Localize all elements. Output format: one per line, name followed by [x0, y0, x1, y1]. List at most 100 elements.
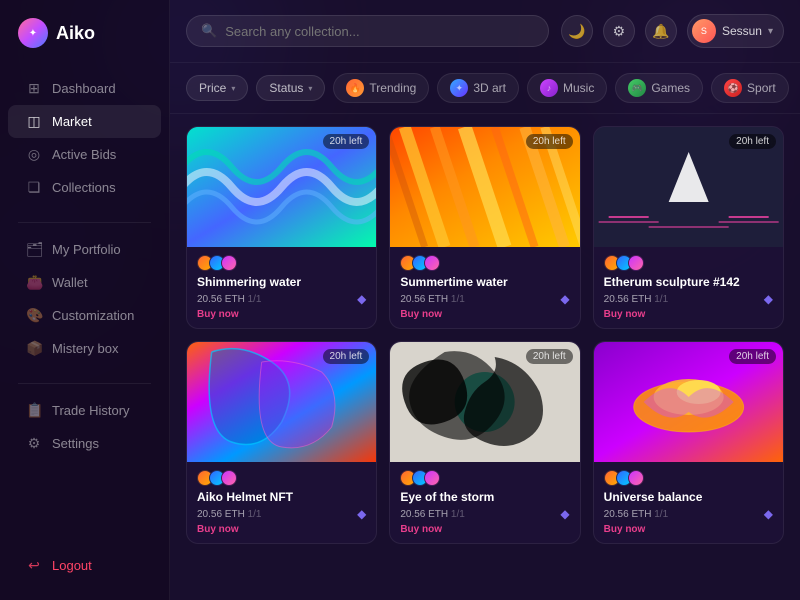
nft-price-row-1: 20.56 ETH 1/1 ◆ — [197, 292, 366, 306]
sidebar-item-mistery-box[interactable]: 📦 Mistery box — [8, 332, 161, 365]
time-badge-1: 20h left — [323, 134, 370, 149]
3dart-icon: ✦ — [450, 79, 468, 97]
wallet-icon: 👛 — [26, 274, 42, 291]
sidebar-item-wallet[interactable]: 👛 Wallet — [8, 266, 161, 299]
nft-title-5: Eye of the storm — [400, 490, 569, 504]
status-arrow-icon: ▾ — [308, 84, 312, 93]
buy-now-button-4[interactable]: Buy now — [197, 524, 366, 535]
price-label: Price — [199, 81, 226, 95]
sidebar-label-wallet: Wallet — [52, 275, 88, 290]
time-badge-3: 20h left — [729, 134, 776, 149]
sidebar-item-customization[interactable]: 🎨 Customization — [8, 299, 161, 332]
buy-now-button-2[interactable]: Buy now — [400, 309, 569, 320]
nft-card-summertime[interactable]: 20h left Summertime water 20.56 ETH 1/1 — [389, 126, 580, 329]
sidebar-divider-1 — [18, 222, 151, 223]
sidebar-item-settings[interactable]: ⚙ Settings — [8, 427, 161, 460]
nft-title-2: Summertime water — [400, 275, 569, 289]
nft-price-1: 20.56 ETH 1/1 — [197, 294, 262, 305]
sidebar-item-dashboard[interactable]: ⊞ Dashboard — [8, 72, 161, 105]
nft-card-universe[interactable]: 20h left Universe balance 20.56 ETH 1/1 — [593, 341, 784, 544]
box-icon: 📦 — [26, 340, 42, 357]
sidebar-label-mistery: Mistery box — [52, 341, 118, 356]
sidebar-label-collections: Collections — [52, 180, 116, 195]
category-3dart[interactable]: ✦ 3D art — [437, 73, 519, 103]
eth-icon-6: ◆ — [764, 507, 773, 521]
header-icons: 🌙 ⚙ 🔔 S Sessun ▾ — [561, 14, 784, 48]
customization-icon: 🎨 — [26, 307, 42, 324]
logout-label: Logout — [52, 558, 92, 573]
settings-button[interactable]: ⚙ — [603, 15, 635, 47]
price-filter[interactable]: Price ▾ — [186, 75, 248, 101]
category-music[interactable]: ♪ Music — [527, 73, 607, 103]
sidebar-item-portfolio[interactable]: 🗂 My Portfolio — [8, 233, 161, 266]
nft-price-5: 20.56 ETH 1/1 — [400, 509, 465, 520]
sidebar-divider-2 — [18, 383, 151, 384]
category-games-label: Games — [651, 81, 690, 95]
bids-icon: ◎ — [26, 146, 42, 163]
header: 🔍 🌙 ⚙ 🔔 S Sessun ▾ — [170, 0, 800, 63]
search-bar[interactable]: 🔍 — [186, 15, 549, 47]
sidebar-item-collections[interactable]: ❏ Collections — [8, 171, 161, 204]
status-label: Status — [269, 81, 303, 95]
nft-avatars-5 — [400, 470, 569, 486]
nft-card-storm[interactable]: 20h left Eye of the storm 20.56 ETH 1/1 — [389, 341, 580, 544]
sidebar-label-customization: Customization — [52, 308, 134, 323]
sidebar-label-market: Market — [52, 114, 92, 129]
nft-title-4: Aiko Helmet NFT — [197, 490, 366, 504]
settings-icon: ⚙ — [26, 435, 42, 452]
main-content: 🔍 🌙 ⚙ 🔔 S Sessun ▾ — [170, 0, 800, 600]
sidebar-item-active-bids[interactable]: ◎ Active Bids — [8, 138, 161, 171]
bell-icon: 🔔 — [652, 23, 669, 40]
category-sport-label: Sport — [747, 81, 776, 95]
games-icon: 🎮 — [628, 79, 646, 97]
music-icon: ♪ — [540, 79, 558, 97]
nft-card-helmet[interactable]: 20h left Aiko Helmet NFT 20.56 ETH 1/1 — [186, 341, 377, 544]
nft-owner-avatar — [424, 255, 440, 271]
nft-price-row-4: 20.56 ETH 1/1 ◆ — [197, 507, 366, 521]
theme-toggle-button[interactable]: 🌙 — [561, 15, 593, 47]
nft-price-6: 20.56 ETH 1/1 — [604, 509, 669, 520]
nft-price-2: 20.56 ETH 1/1 — [400, 294, 465, 305]
nft-image-universe: 20h left — [594, 342, 783, 462]
sidebar-label-bids: Active Bids — [52, 147, 116, 162]
search-input[interactable] — [225, 24, 534, 39]
nft-info-6: Universe balance 20.56 ETH 1/1 ◆ Buy now — [594, 462, 783, 543]
sidebar-label-trade-history: Trade History — [52, 403, 130, 418]
logout-icon: ↩ — [26, 557, 42, 574]
price-arrow-icon: ▾ — [231, 84, 235, 93]
sidebar-bottom: ↩ Logout — [0, 549, 169, 582]
status-filter[interactable]: Status ▾ — [256, 75, 325, 101]
sidebar-item-trade-history[interactable]: 📋 Trade History — [8, 394, 161, 427]
nft-owner-avatar — [221, 255, 237, 271]
buy-now-button-6[interactable]: Buy now — [604, 524, 773, 535]
buy-now-button-5[interactable]: Buy now — [400, 524, 569, 535]
sidebar-item-market[interactable]: ◫ Market — [8, 105, 161, 138]
eth-icon-4: ◆ — [357, 507, 366, 521]
buy-now-button-3[interactable]: Buy now — [604, 309, 773, 320]
nft-avatars-4 — [197, 470, 366, 486]
time-badge-2: 20h left — [526, 134, 573, 149]
chevron-down-icon: ▾ — [768, 26, 773, 37]
notifications-button[interactable]: 🔔 — [645, 15, 677, 47]
logout-button[interactable]: ↩ Logout — [8, 549, 161, 582]
nft-card-ethereum[interactable]: 20h left Etherum sculpture #142 20.56 ET… — [593, 126, 784, 329]
category-games[interactable]: 🎮 Games — [615, 73, 703, 103]
nft-avatars-2 — [400, 255, 569, 271]
time-badge-5: 20h left — [526, 349, 573, 364]
category-music-label: Music — [563, 81, 594, 95]
logo-area: ✦ Aiko — [0, 18, 169, 68]
nft-info-3: Etherum sculpture #142 20.56 ETH 1/1 ◆ B… — [594, 247, 783, 328]
buy-now-button-1[interactable]: Buy now — [197, 309, 366, 320]
user-badge[interactable]: S Sessun ▾ — [687, 14, 784, 48]
nft-price-row-2: 20.56 ETH 1/1 ◆ — [400, 292, 569, 306]
sidebar-label-settings: Settings — [52, 436, 99, 451]
nft-price-row-6: 20.56 ETH 1/1 ◆ — [604, 507, 773, 521]
sport-icon: ⚽ — [724, 79, 742, 97]
category-sport[interactable]: ⚽ Sport — [711, 73, 789, 103]
category-trending[interactable]: 🔥 Trending — [333, 73, 429, 103]
nft-price-4: 20.56 ETH 1/1 — [197, 509, 262, 520]
app-title: Aiko — [56, 23, 95, 44]
nft-info-5: Eye of the storm 20.56 ETH 1/1 ◆ Buy now — [390, 462, 579, 543]
nft-card-shimmering[interactable]: 20h left Shimmering water 20.56 ETH 1/1 — [186, 126, 377, 329]
eth-icon-2: ◆ — [560, 292, 569, 306]
